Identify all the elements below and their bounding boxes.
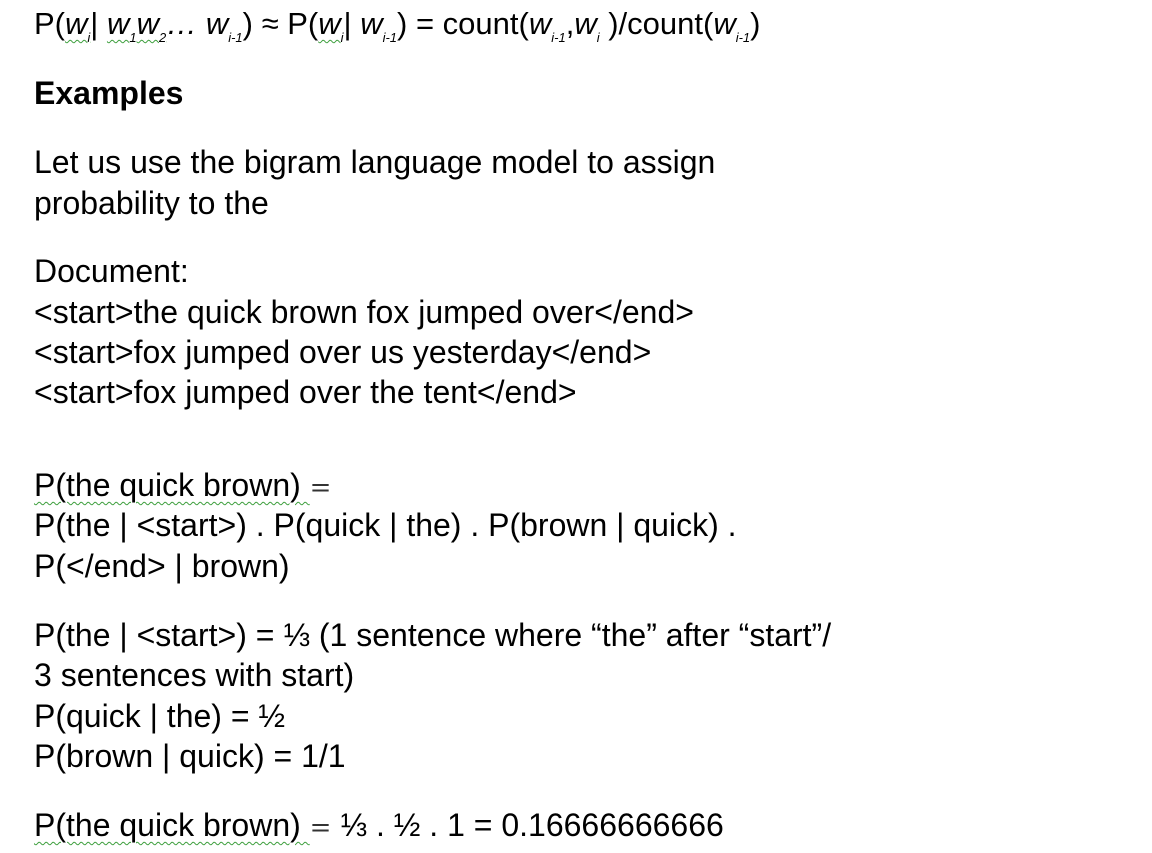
document-line-3: <start>fox jumped over the tent</end> xyxy=(34,374,577,410)
formula-text: … xyxy=(166,6,206,41)
bigram-formula: P(wi| w1w2… wi-1) ≈ P(wi| wi-1) = count(… xyxy=(34,4,760,50)
expansion-line-1: P(the quick brown) = xyxy=(34,465,331,508)
formula-var: wi xyxy=(574,6,600,45)
intro-line-1: Let us use the bigram language model to … xyxy=(34,144,716,180)
formula-text: | xyxy=(90,6,107,41)
formula-var: wi xyxy=(318,6,344,45)
equals-sign: = xyxy=(309,813,332,843)
formula-var: wi-1 xyxy=(528,6,566,45)
formula-text: P( xyxy=(287,6,319,41)
expansion-text: P(the quick brown) xyxy=(34,467,310,503)
formula-var: w1w2 xyxy=(106,6,167,45)
formula-text: ) xyxy=(750,6,761,41)
formula-var: wi xyxy=(65,6,91,45)
expansion-line-2: P(the | <start>) . P(quick | the) . P(br… xyxy=(34,507,737,543)
prob-line-4: P(brown | quick) = 1/1 xyxy=(34,738,346,774)
result-line: P(the quick brown) = ⅓ . ½ . 1 = 0.16666… xyxy=(34,805,724,848)
document-line-1: <start>the quick brown fox jumped over</… xyxy=(34,294,694,330)
formula-text: P( xyxy=(34,6,65,41)
prob-line-2: 3 sentences with start) xyxy=(34,657,355,693)
prob-line-1: P(the | <start>) = ⅓ (1 sentence where “… xyxy=(34,617,832,653)
prob-line-3: P(quick | the) = ½ xyxy=(34,698,286,734)
expansion-line-3: P(</end> | brown) xyxy=(34,548,290,584)
formula-var: wi-1 xyxy=(205,6,243,45)
document-label: Document: xyxy=(34,253,189,289)
document-line-2: <start>fox jumped over us yesterday</end… xyxy=(34,334,652,370)
formula-text: ) = count( xyxy=(397,6,529,41)
result-text: P(the quick brown) xyxy=(34,807,310,843)
intro-line-2: probability to the xyxy=(34,185,269,221)
result-value: ⅓ . ½ . 1 = 0.16666666666 xyxy=(331,807,724,843)
formula-var: wi-1 xyxy=(713,6,751,45)
examples-heading: Examples xyxy=(34,75,184,111)
formula-text: | xyxy=(343,6,361,41)
equals-sign: = xyxy=(309,473,332,503)
formula-text: ) ≈ xyxy=(242,6,288,41)
formula-text: )/count( xyxy=(599,6,714,41)
formula-var: wi-1 xyxy=(360,6,398,45)
